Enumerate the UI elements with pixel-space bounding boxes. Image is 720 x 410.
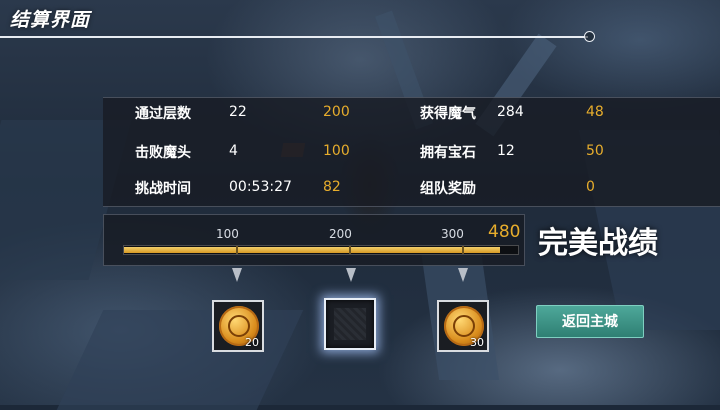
progress-tick-label: 200 — [329, 227, 352, 241]
progress-divider — [349, 246, 351, 254]
header-divider — [0, 36, 588, 38]
stat-value-demon-energy: 284 — [497, 104, 524, 120]
total-score: 480 — [488, 222, 521, 242]
reward-count: 30 — [470, 336, 484, 349]
header-divider-dot — [584, 31, 595, 42]
score-progress-bar — [123, 245, 519, 255]
stat-label-gems: 拥有宝石 — [420, 145, 476, 161]
reward-slot-1[interactable]: 20 — [212, 300, 264, 352]
stat-value-bosses: 4 — [229, 143, 238, 159]
stat-label-team-reward: 组队奖励 — [420, 181, 476, 197]
reward-slot-2[interactable] — [324, 298, 376, 350]
stat-points-gems: 50 — [586, 143, 604, 159]
page-title: 结算界面 — [10, 9, 91, 31]
reward-pointer-icon — [458, 268, 468, 282]
stats-panel — [103, 97, 720, 207]
reward-pointer-icon — [232, 268, 242, 282]
progress-divider — [236, 246, 238, 254]
grade-label: 完美战绩 — [538, 226, 658, 261]
stat-label-demon-energy: 获得魔气 — [420, 106, 476, 122]
progress-tick-label: 100 — [216, 227, 239, 241]
stat-value-gems: 12 — [497, 143, 515, 159]
locked-reward-icon — [334, 308, 366, 340]
stat-label-time: 挑战时间 — [135, 181, 191, 197]
progress-tick-label: 300 — [441, 227, 464, 241]
reward-count: 20 — [245, 336, 259, 349]
stat-points-team-reward: 0 — [586, 179, 595, 195]
stat-value-floors: 22 — [229, 104, 247, 120]
stat-points-bosses: 100 — [323, 143, 350, 159]
stat-points-time: 82 — [323, 179, 341, 195]
stat-label-bosses: 击败魔头 — [135, 145, 191, 161]
score-progress-fill — [124, 247, 500, 253]
stat-points-demon-energy: 48 — [586, 104, 604, 120]
progress-divider — [462, 246, 464, 254]
reward-slot-3[interactable]: 30 — [437, 300, 489, 352]
ice-rock — [56, 310, 304, 410]
return-to-city-button[interactable]: 返回主城 — [536, 305, 644, 338]
reward-pointer-icon — [346, 268, 356, 282]
stat-label-floors: 通过层数 — [135, 106, 191, 122]
stat-value-time: 00:53:27 — [229, 179, 292, 195]
stat-points-floors: 200 — [323, 104, 350, 120]
